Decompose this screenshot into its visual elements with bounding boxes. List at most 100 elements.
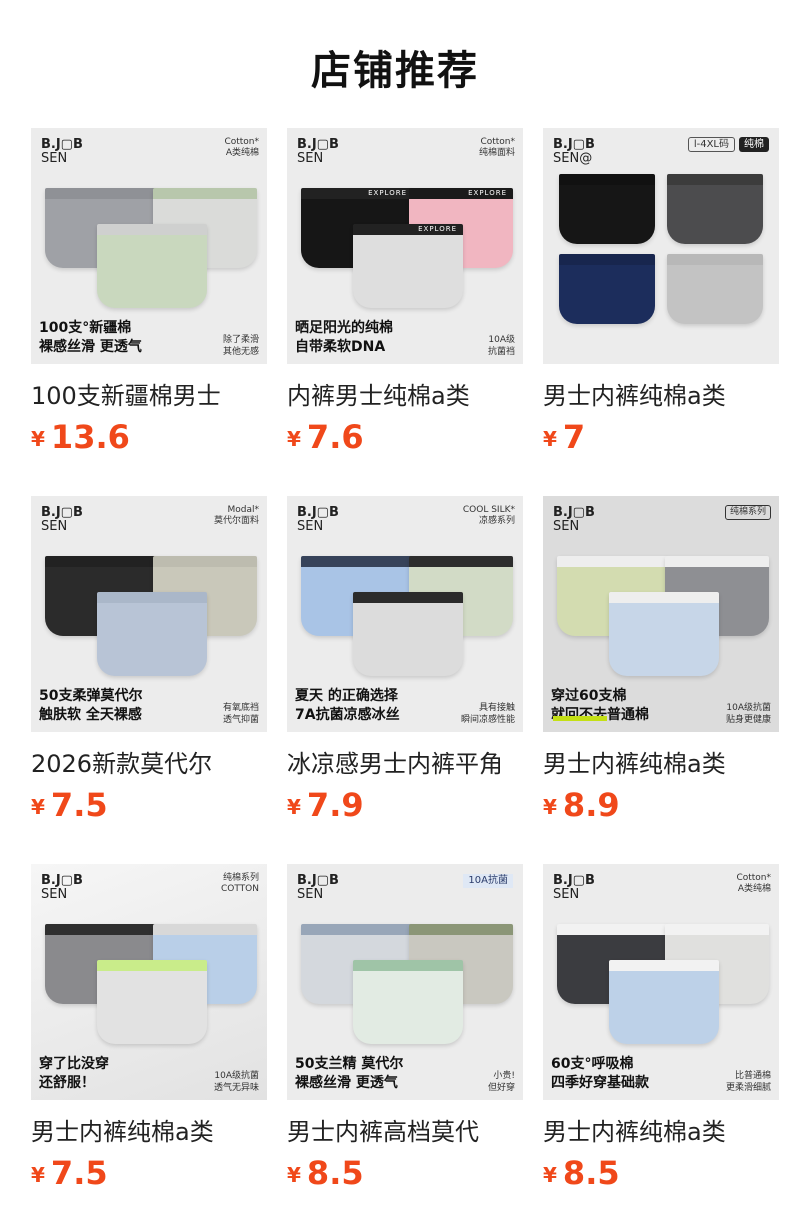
waistband [667,254,763,265]
currency-symbol: ¥ [31,1163,45,1187]
corner-tag-line2: A类纯棉 [225,148,259,158]
antibacterial-tag: 10A抗菌 [463,874,513,888]
currency-symbol: ¥ [287,427,301,451]
product-image[interactable]: B.J▢B SEN Cotton* A类纯棉 60支°呼吸棉 四季好穿基础款 比普通棉 更柔滑… [543,864,779,1100]
brand-logo-line1: B.J▢B [41,505,83,520]
product-image-trunk [97,960,207,1044]
waistband [409,556,513,567]
product-card[interactable]: B.J▢B SEN Cotton* A类纯棉 100支°新疆棉 裸感丝滑 更透气 除了柔滑其… [31,128,267,468]
price-value: 7.9 [306,786,364,824]
product-image-trunk [609,960,719,1044]
waistband [667,174,763,185]
promo-headline-line1: 穿过60支棉 [551,688,627,704]
waistband [153,556,257,567]
product-name[interactable]: 100支新疆棉男士 [31,376,221,411]
corner-tag: Cotton* 纯棉面料 [479,137,515,159]
waistband [559,254,655,265]
brand-logo: B.J▢B SEN [553,874,595,902]
waistband-label: EXPLORE [418,225,457,233]
brand-logo: B.J▢B SEN [41,874,83,902]
product-name[interactable]: 男士内裤纯棉a类 [31,1112,214,1147]
product-price: ¥7.6 [287,418,364,456]
product-image[interactable]: B.J▢B SEN Cotton* A类纯棉 100支°新疆棉 裸感丝滑 更透气 除了柔滑其… [31,128,267,364]
promo-headline-line2: 裸感丝滑 更透气 [295,1075,398,1091]
product-card[interactable]: B.J▢B SEN COOL SILK* 凉感系列 夏天 的正确选择 7A抗菌凉感冰丝 具有… [287,496,523,836]
product-image-trunk [97,592,207,676]
product-image-trunk [559,174,655,244]
product-image-trunk [667,254,763,324]
promo-headline-line2: 7A抗菌凉感冰丝 [295,707,400,723]
brand-logo-line1: B.J▢B [553,505,595,520]
corner-tag-line1: Cotton* [480,137,515,147]
waistband-label: EXPLORE [468,189,507,197]
product-card[interactable]: B.J▢B SEN 纯棉系列 COTTON 穿了比没穿 还舒服！ 10A级抗菌 透气无异味 男士… [31,864,267,1204]
product-card[interactable]: B.J▢B SEN@ l-4XL码 纯棉 男士内裤纯棉a类 ¥7 [543,128,779,468]
product-card[interactable]: B.J▢B SEN Modal* 莫代尔面料 50支柔弹莫代尔 触肤软 全天裸感 有氧底裆透… [31,496,267,836]
corner-tag-line2: 凉感系列 [478,516,515,526]
promo-headline-line1: 50支兰精 莫代尔 [295,1056,404,1072]
currency-symbol: ¥ [543,427,557,451]
promo-headline-line2: 触肤软 全天裸感 [39,707,142,723]
promo-headline-line1: 100支°新疆棉 [39,320,132,336]
brand-logo: B.J▢B SEN [41,506,83,534]
product-name[interactable]: 内裤男士纯棉a类 [287,376,470,411]
price-value: 8.5 [306,1154,364,1192]
page-title: 店铺推荐 [311,48,479,94]
brand-logo-line2: SEN@ [553,151,593,166]
waistband [301,924,413,935]
brand-logo-line1: B.J▢B [41,137,83,152]
promo-headline-line2: 自带柔软DNA [295,339,386,355]
product-name[interactable]: 男士内裤纯棉a类 [543,1112,726,1147]
brand-logo-line2: SEN [297,151,324,166]
product-image[interactable]: B.J▢B SEN Modal* 莫代尔面料 50支柔弹莫代尔 触肤软 全天裸感 有氧底裆透… [31,496,267,732]
product-name[interactable]: 男士内裤纯棉a类 [543,376,726,411]
waistband [45,924,157,935]
product-name[interactable]: 冰凉感男士内裤平角 [287,744,503,779]
waistband [609,960,719,971]
currency-symbol: ¥ [31,427,45,451]
brand-logo-line2: SEN [297,887,324,902]
promo-headline-line1: 夏天 的正确选择 [295,688,398,704]
waistband [153,924,257,935]
promo-note-line2: 但好穿 [487,1083,515,1093]
product-card[interactable]: B.J▢B SEN Cotton* A类纯棉 60支°呼吸棉 四季好穿基础款 比普通棉 更柔滑… [543,864,779,1204]
promo-note-line2: 贴身更健康 [725,715,771,725]
corner-tag-line1: Cotton* [224,137,259,147]
product-image[interactable]: B.J▢B SEN COOL SILK* 凉感系列 夏天 的正确选择 7A抗菌凉感冰丝 具有… [287,496,523,732]
product-name[interactable]: 2026新款莫代尔 [31,744,212,779]
brand-logo: B.J▢B SEN [297,138,339,166]
product-name[interactable]: 男士内裤高档莫代 [287,1112,479,1147]
waistband [97,592,207,603]
product-image[interactable]: B.J▢B SEN@ l-4XL码 纯棉 [543,128,779,364]
product-card[interactable]: B.J▢B SEN 10A抗菌 50支兰精 莫代尔 裸感丝滑 更透气 小贵! 但好穿 男士内裤… [287,864,523,1204]
waistband [665,556,769,567]
product-image[interactable]: B.J▢B SEN 10A抗菌 50支兰精 莫代尔 裸感丝滑 更透气 小贵! 但好穿 [287,864,523,1100]
promo-headline-line1: 穿了比没穿 [39,1056,109,1072]
product-card[interactable]: B.J▢B SEN Cotton* 纯棉面料 EXPLORE EXPLORE EXPLORE… [287,128,523,468]
product-image[interactable]: B.J▢B SEN 纯棉系列 COTTON 穿了比没穿 还舒服！ 10A级抗菌 透气无异味 [31,864,267,1100]
series-tag: 纯棉系列 [724,505,771,520]
product-image[interactable]: B.J▢B SEN 纯棉系列 穿过60支棉 就回不去普通棉 10A级抗菌 贴身更健康 [543,496,779,732]
corner-tag-line1: Modal* [227,505,260,515]
product-image-trunk: EXPLORE [353,224,463,308]
brand-logo: B.J▢B SEN [297,874,339,902]
brand-logo-line1: B.J▢B [553,137,595,152]
currency-symbol: ¥ [543,795,557,819]
waistband [45,188,157,199]
promo-note-line2: 抗菌裆 [487,347,515,357]
price-value: 8.5 [562,1154,620,1192]
promo-headline-line1: 晒足阳光的纯棉 [295,320,393,336]
currency-symbol: ¥ [543,1163,557,1187]
product-image-trunk [609,592,719,676]
corner-tag: Cotton* A类纯棉 [224,137,259,159]
promo-headline-line2: 还舒服！ [39,1075,95,1091]
waistband [353,960,463,971]
price-value: 7.5 [50,786,108,824]
product-price: ¥8.5 [287,1154,364,1192]
product-price: ¥13.6 [31,418,130,456]
waistband [409,924,513,935]
price-value: 13.6 [50,418,130,456]
product-card[interactable]: B.J▢B SEN 纯棉系列 穿过60支棉 就回不去普通棉 10A级抗菌 贴身更健康 男士内裤… [543,496,779,836]
product-name[interactable]: 男士内裤纯棉a类 [543,744,726,779]
product-image[interactable]: B.J▢B SEN Cotton* 纯棉面料 EXPLORE EXPLORE EXPLORE… [287,128,523,364]
